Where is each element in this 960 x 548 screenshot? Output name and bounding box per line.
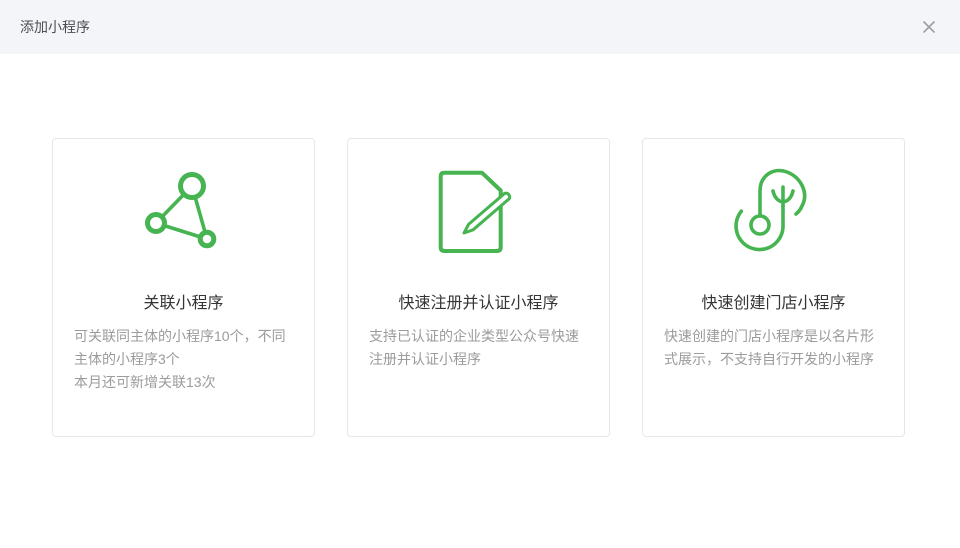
card-description: 快速创建的门店小程序是以名片形式展示，不支持自行开发的小程序	[643, 325, 904, 371]
card-desc-line: 本月还可新增关联13次	[74, 371, 293, 394]
card-create-store-miniprogram[interactable]: 快速创建门店小程序 快速创建的门店小程序是以名片形式展示，不支持自行开发的小程序	[642, 138, 905, 437]
card-link-miniprogram[interactable]: 关联小程序 可关联同主体的小程序10个，不同主体的小程序3个 本月还可新增关联1…	[52, 138, 315, 437]
close-button[interactable]	[920, 18, 938, 36]
add-miniprogram-options: 关联小程序 可关联同主体的小程序10个，不同主体的小程序3个 本月还可新增关联1…	[0, 54, 960, 437]
card-description: 可关联同主体的小程序10个，不同主体的小程序3个 本月还可新增关联13次	[53, 325, 314, 394]
card-title: 快速创建门店小程序	[643, 293, 904, 315]
card-title: 快速注册并认证小程序	[348, 293, 609, 315]
card-desc-line: 支持已认证的企业类型公众号快速注册并认证小程序	[369, 325, 588, 371]
close-icon	[921, 19, 937, 35]
dialog-title: 添加小程序	[20, 17, 90, 37]
card-register-certify-miniprogram[interactable]: 快速注册并认证小程序 支持已认证的企业类型公众号快速注册并认证小程序	[347, 138, 610, 437]
fork-swirl-icon	[724, 161, 824, 261]
network-nodes-icon	[134, 161, 234, 261]
dialog-header: 添加小程序	[0, 0, 960, 54]
card-description: 支持已认证的企业类型公众号快速注册并认证小程序	[348, 325, 609, 371]
card-desc-line: 可关联同主体的小程序10个，不同主体的小程序3个	[74, 325, 293, 371]
card-desc-line: 快速创建的门店小程序是以名片形式展示，不支持自行开发的小程序	[664, 325, 883, 371]
card-title: 关联小程序	[53, 293, 314, 315]
document-pen-icon	[429, 161, 529, 261]
